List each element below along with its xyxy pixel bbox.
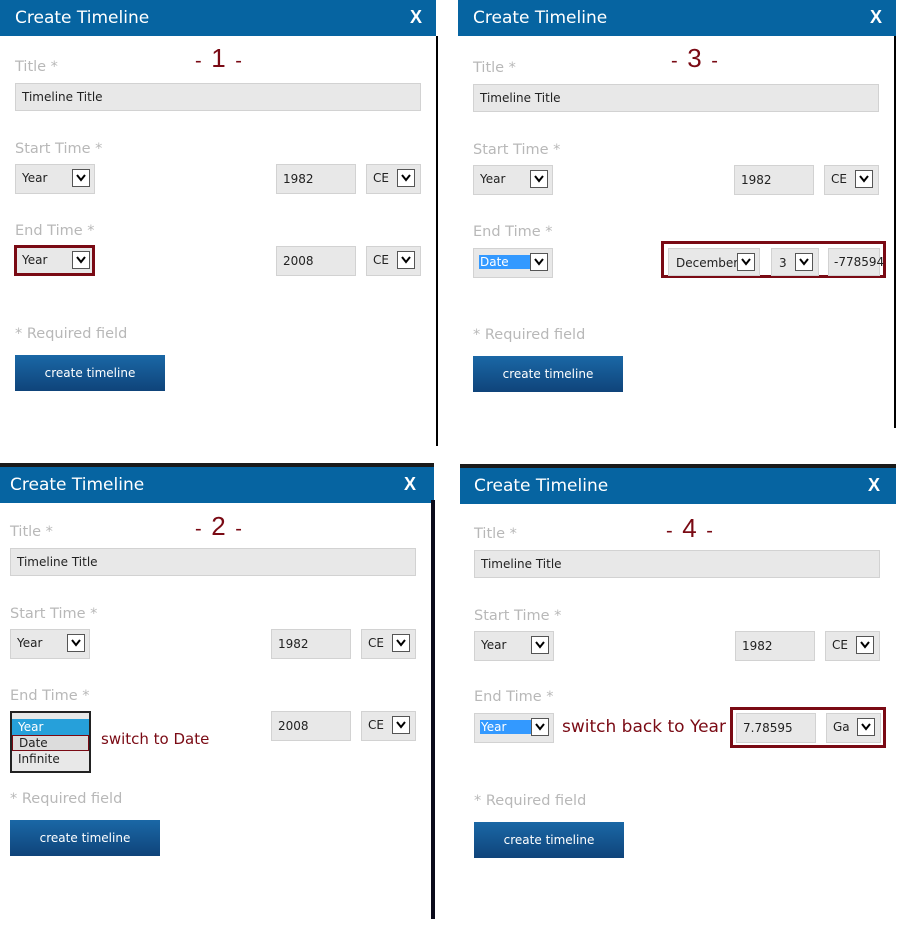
option-date[interactable]: Date bbox=[12, 735, 89, 751]
create-timeline-button[interactable]: create timeline bbox=[15, 355, 165, 391]
end-type-select[interactable]: Year bbox=[474, 713, 554, 743]
chevron-down-icon[interactable] bbox=[392, 634, 410, 652]
create-timeline-button[interactable]: create timeline bbox=[10, 820, 160, 856]
highlight-box bbox=[14, 245, 95, 276]
divider bbox=[894, 36, 896, 428]
panel-step-4: Create Timeline X - 4 - Title * Timeline… bbox=[460, 463, 896, 913]
option-infinite[interactable]: Infinite bbox=[12, 751, 89, 767]
dialog-header: Create Timeline X bbox=[0, 467, 434, 503]
chevron-down-icon[interactable] bbox=[392, 716, 410, 734]
chevron-down-icon[interactable] bbox=[530, 253, 548, 271]
start-year-input[interactable]: 1982 bbox=[735, 631, 815, 661]
end-era-select[interactable]: CE bbox=[361, 711, 416, 741]
create-timeline-button[interactable]: create timeline bbox=[473, 356, 623, 392]
dialog-title: Create Timeline bbox=[10, 475, 145, 495]
title-input[interactable]: Timeline Title bbox=[474, 550, 880, 578]
chevron-down-icon[interactable] bbox=[67, 634, 85, 652]
required-note: * Required field bbox=[473, 327, 586, 343]
end-era-select[interactable]: Ga bbox=[826, 713, 881, 743]
dialog-header: Create Timeline X bbox=[0, 0, 436, 36]
chevron-down-icon[interactable] bbox=[530, 170, 548, 188]
chevron-down-icon[interactable] bbox=[855, 170, 873, 188]
panel-step-2: Create Timeline X - 2 - Title * Timeline… bbox=[0, 463, 434, 919]
title-label: Title * bbox=[473, 60, 516, 76]
chevron-down-icon[interactable] bbox=[857, 718, 875, 736]
step-label: - 1 - bbox=[195, 43, 244, 73]
end-time-label: End Time * bbox=[473, 224, 553, 240]
start-year-input[interactable]: 1982 bbox=[734, 165, 814, 195]
step-label: - 2 - bbox=[195, 511, 244, 541]
end-type-listbox[interactable]: Year Date Infinite bbox=[10, 711, 91, 773]
close-icon[interactable]: X bbox=[410, 7, 422, 28]
chevron-down-icon[interactable] bbox=[856, 636, 874, 654]
start-type-select[interactable]: Year bbox=[10, 629, 90, 659]
divider bbox=[436, 36, 438, 446]
end-year-input[interactable]: 2008 bbox=[276, 246, 356, 276]
start-time-label: Start Time * bbox=[10, 606, 98, 622]
title-input[interactable]: Timeline Title bbox=[15, 83, 421, 111]
title-input[interactable]: Timeline Title bbox=[473, 84, 879, 112]
chevron-down-icon[interactable] bbox=[531, 718, 549, 736]
chevron-down-icon[interactable] bbox=[397, 169, 415, 187]
end-year-input[interactable]: 7.78595 bbox=[736, 713, 816, 743]
dialog-title: Create Timeline bbox=[15, 8, 150, 28]
panel-step-3: Create Timeline X - 3 - Title * Timeline… bbox=[458, 0, 896, 428]
start-type-select[interactable]: Year bbox=[15, 164, 95, 194]
end-time-label: End Time * bbox=[474, 689, 554, 705]
end-time-label: End Time * bbox=[10, 688, 90, 704]
start-year-input[interactable]: 1982 bbox=[271, 629, 351, 659]
dialog-title: Create Timeline bbox=[474, 476, 609, 496]
required-note: * Required field bbox=[15, 326, 128, 342]
start-time-label: Start Time * bbox=[15, 141, 103, 157]
chevron-down-icon[interactable] bbox=[795, 253, 813, 271]
create-timeline-button[interactable]: create timeline bbox=[474, 822, 624, 858]
required-note: * Required field bbox=[10, 791, 123, 807]
end-time-label: End Time * bbox=[15, 223, 95, 239]
title-input[interactable]: Timeline Title bbox=[10, 548, 416, 576]
step-label: - 3 - bbox=[671, 43, 720, 73]
divider bbox=[431, 500, 435, 919]
chevron-down-icon[interactable] bbox=[737, 253, 755, 271]
dialog-header: Create Timeline X bbox=[460, 468, 896, 504]
annotation-note: switch back to Year bbox=[562, 717, 726, 737]
step-label: - 4 - bbox=[666, 513, 715, 543]
end-month-select[interactable]: December bbox=[668, 248, 760, 276]
chevron-down-icon[interactable] bbox=[72, 169, 90, 187]
start-type-select[interactable]: Year bbox=[474, 631, 554, 661]
start-time-label: Start Time * bbox=[473, 142, 561, 158]
dialog-header: Create Timeline X bbox=[458, 0, 896, 36]
start-era-select[interactable]: CE bbox=[366, 164, 421, 194]
close-icon[interactable]: X bbox=[404, 474, 416, 495]
start-era-select[interactable]: CE bbox=[361, 629, 416, 659]
start-type-select[interactable]: Year bbox=[473, 165, 553, 195]
chevron-down-icon[interactable] bbox=[397, 251, 415, 269]
annotation-note: switch to Date bbox=[101, 730, 210, 748]
chevron-down-icon[interactable] bbox=[531, 636, 549, 654]
end-era-select[interactable]: CE bbox=[366, 246, 421, 276]
dialog-title: Create Timeline bbox=[473, 8, 608, 28]
end-type-select[interactable]: Date bbox=[473, 248, 553, 278]
start-era-select[interactable]: CE bbox=[824, 165, 879, 195]
panel-step-1: Create Timeline X - 1 - Title * Timeline… bbox=[0, 0, 436, 446]
end-year-input[interactable]: 2008 bbox=[271, 711, 351, 741]
title-label: Title * bbox=[474, 526, 517, 542]
end-year-input[interactable]: -778594 bbox=[828, 248, 884, 276]
close-icon[interactable]: X bbox=[870, 7, 882, 28]
close-icon[interactable]: X bbox=[868, 475, 880, 496]
option-year[interactable]: Year bbox=[12, 719, 89, 735]
start-year-input[interactable]: 1982 bbox=[276, 164, 356, 194]
title-label: Title * bbox=[15, 59, 58, 75]
start-era-select[interactable]: CE bbox=[825, 631, 880, 661]
start-time-label: Start Time * bbox=[474, 608, 562, 624]
end-day-select[interactable]: 3 bbox=[771, 248, 819, 276]
required-note: * Required field bbox=[474, 793, 587, 809]
title-label: Title * bbox=[10, 524, 53, 540]
